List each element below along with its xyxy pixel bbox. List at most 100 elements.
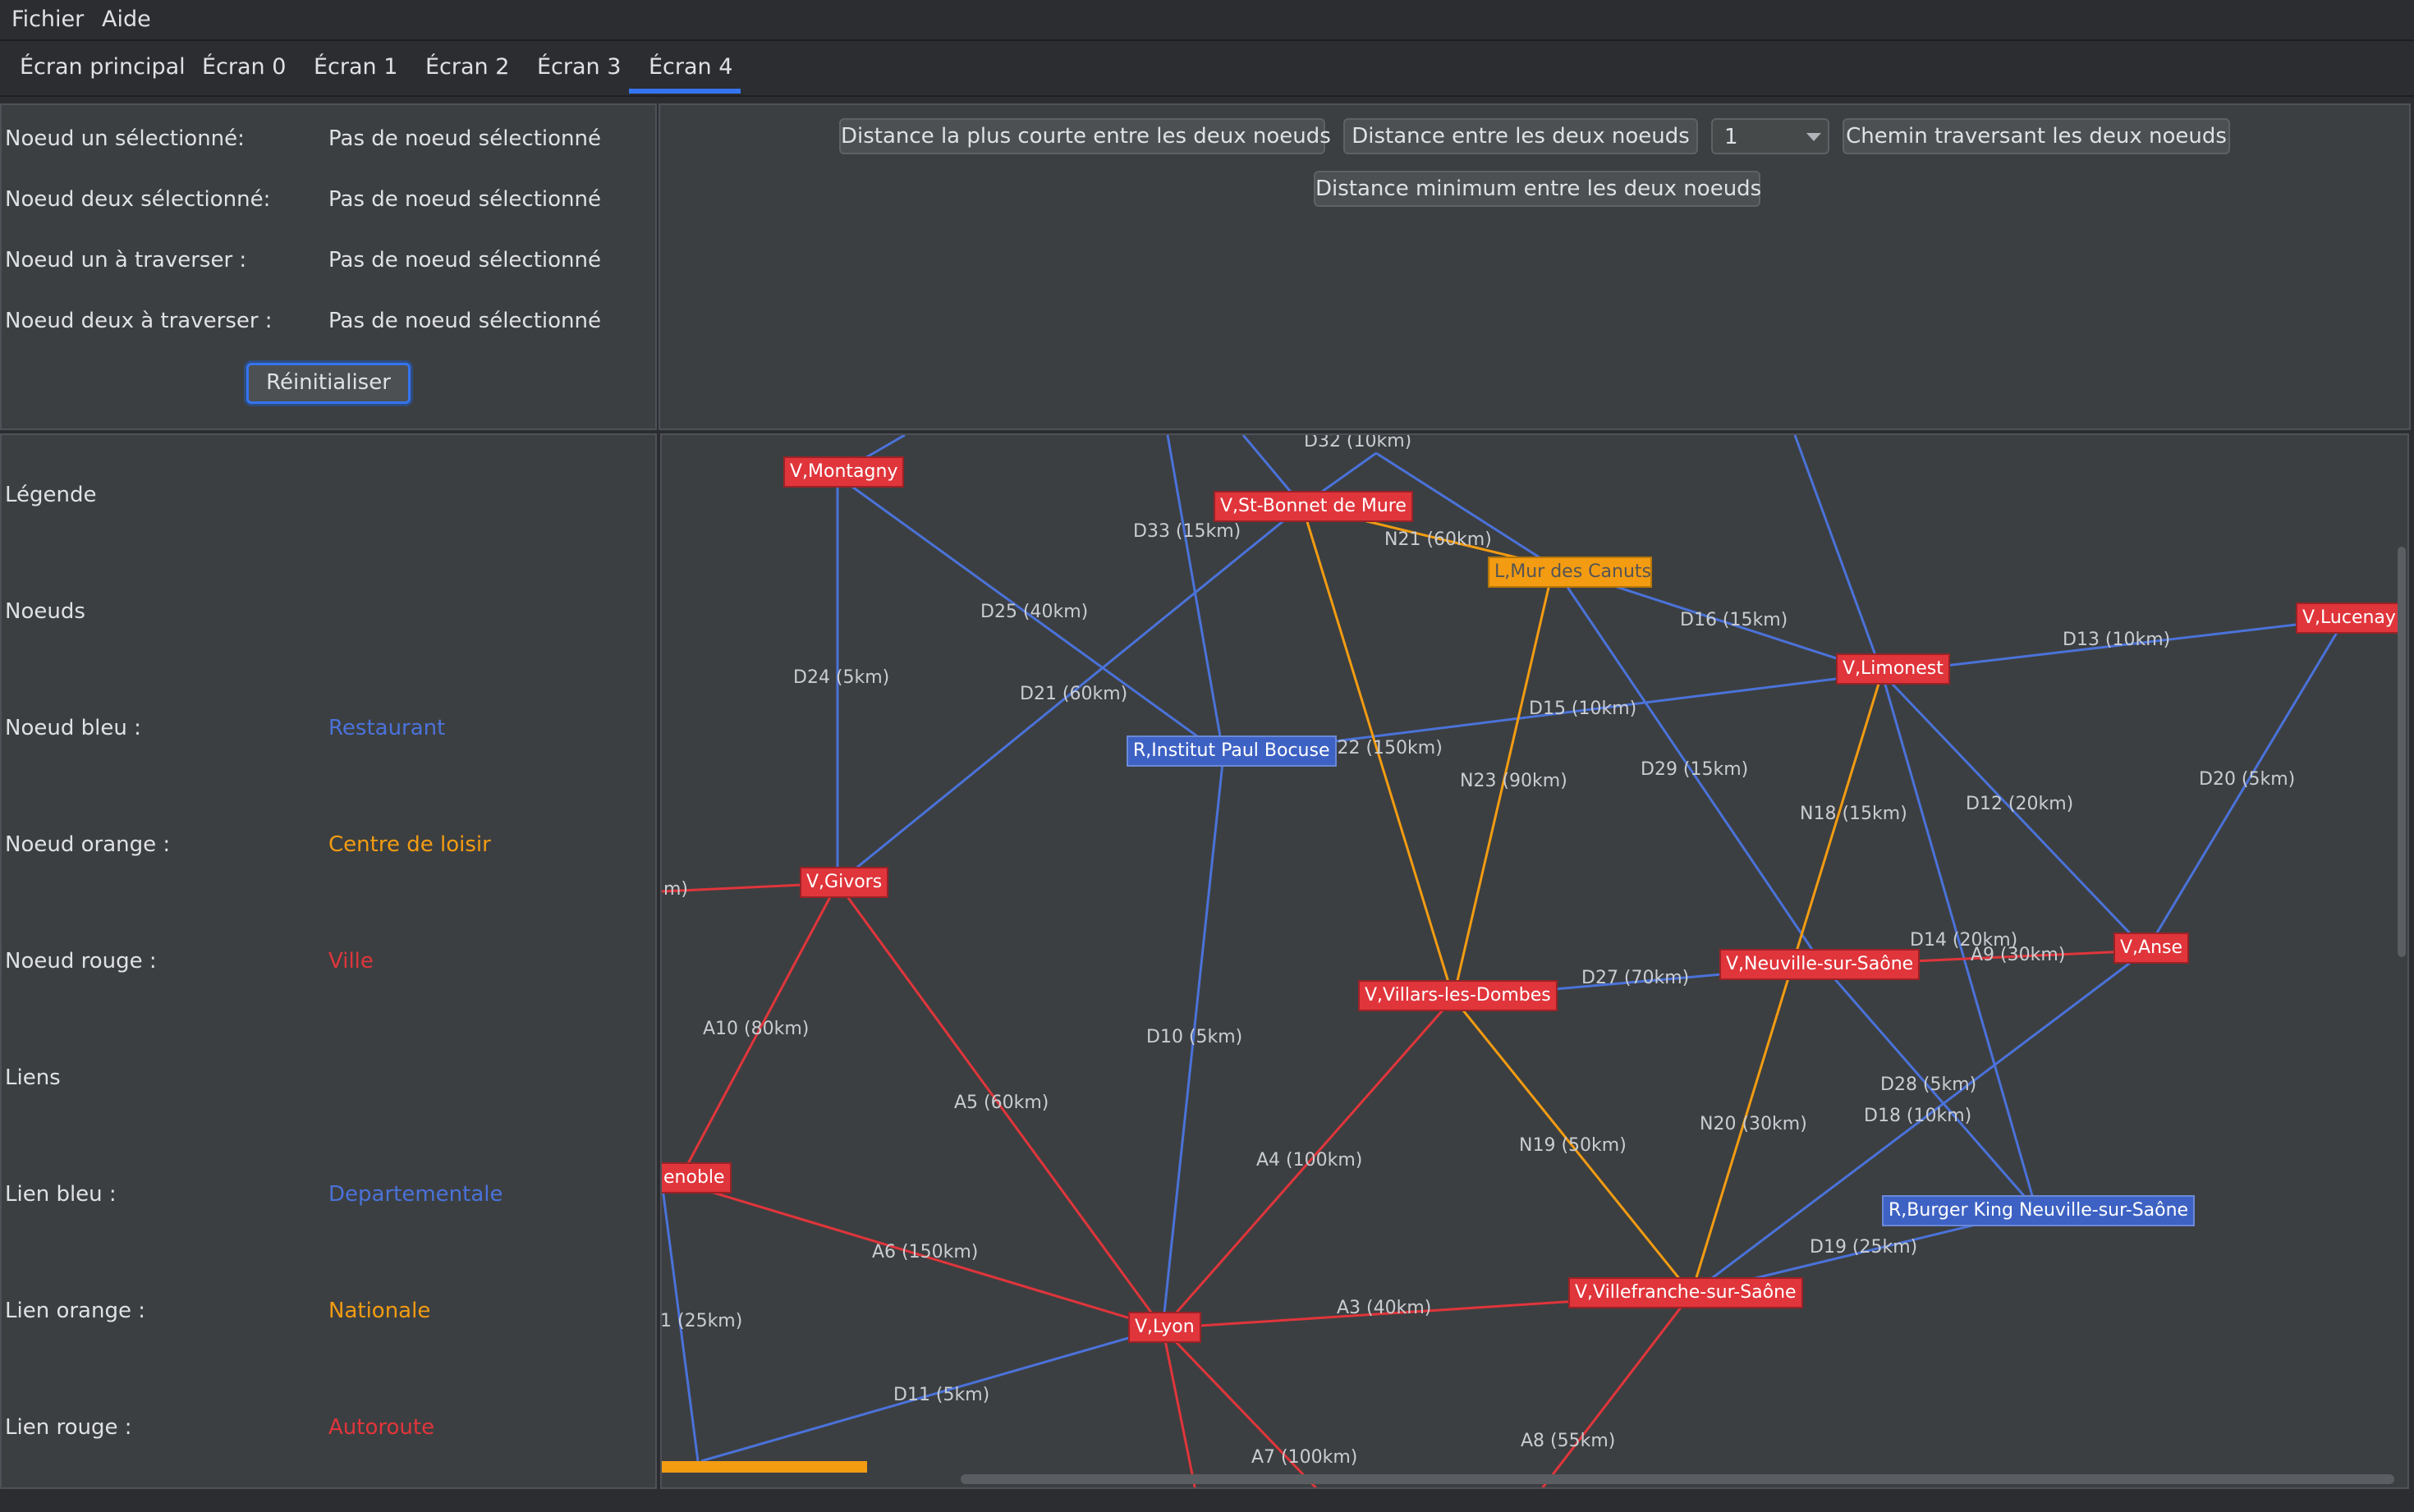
edge-label-n21: N21 (60km) xyxy=(1384,529,1492,550)
edge-label-d10: D10 (5km) xyxy=(1146,1027,1242,1047)
edge-a8 xyxy=(1541,1293,1693,1487)
selected-node-one-value: Pas de noeud sélectionné xyxy=(328,126,601,151)
node-burger-king-neuville[interactable]: R,Burger King Neuville-sur-Saône xyxy=(1882,1195,2196,1226)
node-mur-des-canuts[interactable]: L,Mur des Canuts xyxy=(1488,557,1652,588)
path-through-button[interactable]: Chemin traversant les deux noeuds xyxy=(1843,118,2230,154)
edge-label-a9: A9 (30km) xyxy=(1971,945,2065,965)
horizontal-scrollbar[interactable] xyxy=(961,1474,2394,1484)
legend-title: Légende xyxy=(5,483,97,507)
legend-nodes-title: Noeuds xyxy=(5,599,85,624)
edge-label-n19: N19 (50km) xyxy=(1519,1135,1627,1156)
menu-bar: Fichier Aide xyxy=(0,0,2414,41)
edge-label-d15: D15 (10km) xyxy=(1529,699,1636,719)
edge-label-a3: A3 (40km) xyxy=(1337,1298,1431,1318)
legend-node-red-label: Noeud rouge : xyxy=(5,949,157,974)
edge-label-d12: D12 (20km) xyxy=(1966,794,2073,814)
edge-label-d21: D21 (60km) xyxy=(1020,684,1127,704)
edge-label-a8: A8 (55km) xyxy=(1521,1431,1615,1451)
traverse-node-one-value: Pas de noeud sélectionné xyxy=(328,248,601,273)
legend-links-title: Liens xyxy=(5,1065,61,1090)
edge-label-a10: A10 (80km) xyxy=(703,1019,809,1039)
node-limonest[interactable]: V,Limonest xyxy=(1836,653,1950,685)
legend-node-red-value: Ville xyxy=(328,949,374,974)
edge-label-d13: D13 (10km) xyxy=(2063,630,2170,650)
selected-node-two-value: Pas de noeud sélectionné xyxy=(328,187,601,212)
tab-bar: Écran principal Écran 0 Écran 1 Écran 2 … xyxy=(0,41,2414,97)
node-neuville-sur-saone[interactable]: V,Neuville-sur-Saône xyxy=(1719,949,1921,980)
selection-panel: Noeud un sélectionné: Pas de noeud sélec… xyxy=(0,103,657,430)
menu-aide[interactable]: Aide xyxy=(102,7,151,32)
legend-node-orange-label: Noeud orange : xyxy=(5,832,171,857)
edge-label-a5: A5 (60km) xyxy=(954,1093,1049,1113)
traverse-node-two-label: Noeud deux à traverser : xyxy=(5,309,273,333)
node-lyon[interactable]: V,Lyon xyxy=(1128,1312,1201,1343)
edge-label-d11: D11 (5km) xyxy=(893,1385,989,1405)
edge-label-d16: D16 (15km) xyxy=(1680,610,1788,630)
status-bar xyxy=(0,1491,2414,1512)
edge-label-n22: N22 (150km) xyxy=(1324,738,1443,758)
legend-link-red-value: Autoroute xyxy=(328,1415,435,1440)
edge-label-n18: N18 (15km) xyxy=(1800,804,1907,824)
node-st-bonnet-de-mure[interactable]: V,St-Bonnet de Mure xyxy=(1214,491,1413,522)
selected-node-two-label: Noeud deux sélectionné: xyxy=(5,187,271,212)
edge-label-a6: A6 (150km) xyxy=(872,1242,978,1262)
edge-label-a7: A7 (100km) xyxy=(1251,1447,1357,1468)
legend-link-blue-label: Lien bleu : xyxy=(5,1182,117,1207)
edge-top-r xyxy=(1793,435,1884,674)
edge-label-d28: D28 (5km) xyxy=(1880,1074,1976,1095)
distance-count-select[interactable]: 1 xyxy=(1711,118,1829,154)
node-grenoble[interactable]: enoble xyxy=(662,1162,732,1194)
legend-node-orange-value: Centre de loisir xyxy=(328,832,491,857)
tab-ecran-3[interactable]: Écran 3 xyxy=(537,54,621,80)
node-institut-paul-bocuse[interactable]: R,Institut Paul Bocuse xyxy=(1127,735,1337,767)
edge-label-d33: D33 (15km) xyxy=(1133,521,1241,542)
tab-ecran-0[interactable]: Écran 0 xyxy=(202,54,286,80)
shortest-distance-button[interactable]: Distance la plus courte entre les deux n… xyxy=(839,118,1331,154)
legend-link-orange-label: Lien orange : xyxy=(5,1299,145,1323)
edge-label-d29: D29 (15km) xyxy=(1641,759,1748,780)
legend-link-red-label: Lien rouge : xyxy=(5,1415,132,1440)
edge-label-d20: D20 (5km) xyxy=(2199,769,2295,790)
distance-count-value: 1 xyxy=(1724,125,1738,149)
node-montagny[interactable]: V,Montagny xyxy=(783,456,905,488)
distance-button[interactable]: Distance entre les deux noeuds xyxy=(1343,118,1698,154)
edge-label-d24: D24 (5km) xyxy=(793,667,889,688)
node-lucenay[interactable]: V,Lucenay xyxy=(2296,603,2403,634)
tab-ecran-1[interactable]: Écran 1 xyxy=(314,54,397,80)
node-villars-les-dombes[interactable]: V,Villars-les-Dombes xyxy=(1358,980,1558,1011)
node-partial-bottom-left[interactable] xyxy=(662,1461,867,1473)
edge-label-d19: D19 (25km) xyxy=(1810,1237,1917,1258)
edge-label-d27: D27 (70km) xyxy=(1581,968,1689,988)
selected-node-one-label: Noeud un sélectionné: xyxy=(5,126,245,151)
edge-label-d32: D32 (10km) xyxy=(1304,435,1411,451)
edge-label-a4: A4 (100km) xyxy=(1256,1150,1362,1171)
node-villefranche-sur-saone[interactable]: V,Villefranche-sur-Saône xyxy=(1568,1277,1803,1308)
edge-a7-a xyxy=(1161,1327,1196,1487)
tab-ecran-2[interactable]: Écran 2 xyxy=(425,54,509,80)
edge-label-1-25km: 1 (25km) xyxy=(662,1311,742,1331)
edge-label-left-m: m) xyxy=(663,879,688,900)
chevron-down-icon xyxy=(1806,133,1821,141)
graph-canvas[interactable]: D32 (10km) D33 (15km) N21 (60km) D25 (40… xyxy=(660,433,2409,1489)
traverse-node-one-label: Noeud un à traverser : xyxy=(5,248,247,273)
edge-label-d25: D25 (40km) xyxy=(980,602,1088,622)
legend-node-blue-label: Noeud bleu : xyxy=(5,716,141,740)
node-givors[interactable]: V,Givors xyxy=(800,867,889,898)
vertical-scrollbar[interactable] xyxy=(2398,547,2406,957)
legend-link-blue-value: Departementale xyxy=(328,1182,503,1207)
tab-ecran-4[interactable]: Écran 4 xyxy=(649,54,732,80)
menu-fichier[interactable]: Fichier xyxy=(11,7,84,32)
edge-label-n23: N23 (90km) xyxy=(1460,771,1567,791)
legend-link-orange-value: Nationale xyxy=(328,1299,431,1323)
minimum-distance-button[interactable]: Distance minimum entre les deux noeuds xyxy=(1314,171,1761,207)
traverse-node-two-value: Pas de noeud sélectionné xyxy=(328,309,601,333)
legend-node-blue-value: Restaurant xyxy=(328,716,446,740)
node-anse[interactable]: V,Anse xyxy=(2113,932,2190,964)
active-tab-indicator xyxy=(629,89,741,94)
edge-d33 xyxy=(1166,435,1225,756)
tab-ecran-principal[interactable]: Écran principal xyxy=(20,54,186,80)
reset-button[interactable]: Réinitialiser xyxy=(246,363,411,404)
actions-panel: Distance la plus courte entre les deux n… xyxy=(659,103,2411,430)
edge-label-d18: D18 (10km) xyxy=(1864,1106,1971,1126)
edge-label-n20: N20 (30km) xyxy=(1700,1114,1807,1134)
